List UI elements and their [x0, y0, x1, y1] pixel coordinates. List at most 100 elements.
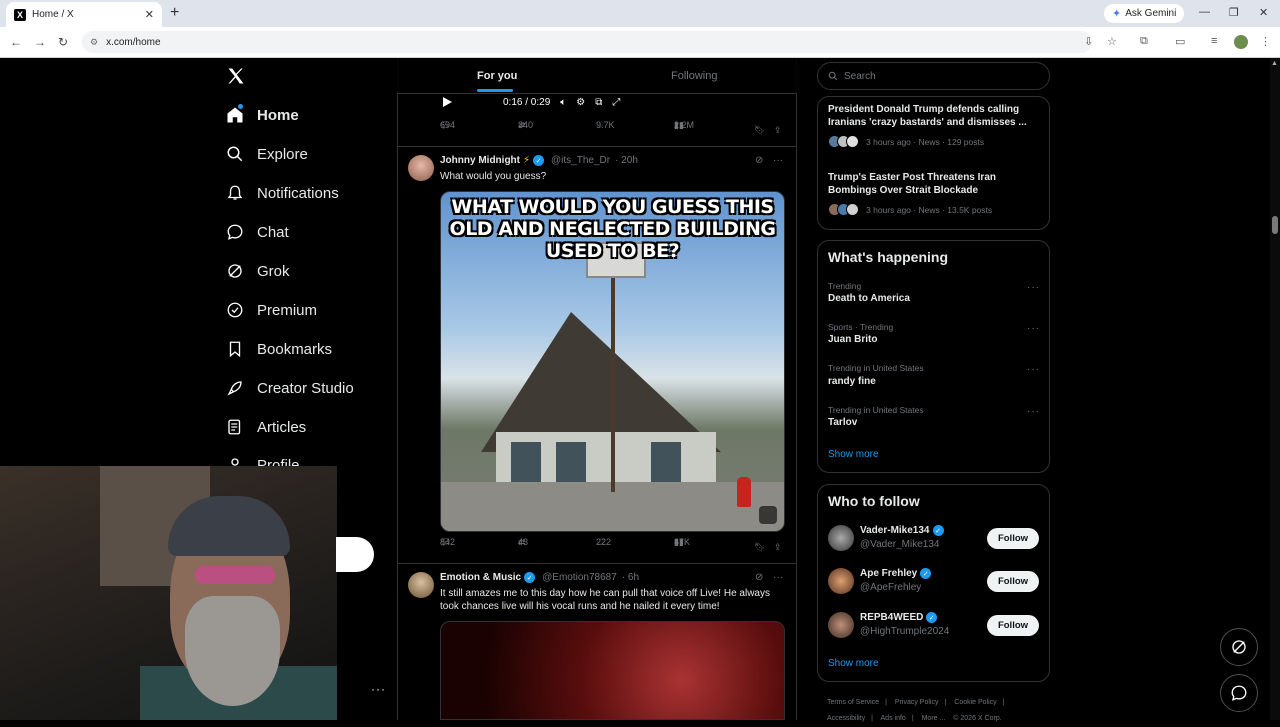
- footer-divider: |: [885, 699, 887, 706]
- close-window-icon[interactable]: ✕: [1259, 6, 1268, 19]
- image-edit-icon[interactable]: [759, 506, 777, 524]
- restore-icon[interactable]: ❐: [1229, 6, 1239, 19]
- pip-icon[interactable]: ⧉: [595, 97, 602, 108]
- share-icon[interactable]: ⇪: [774, 125, 782, 136]
- sidebar-item-grok[interactable]: Grok: [226, 262, 290, 280]
- news-item-meta: 3 hours ago · News · 13.5K posts: [866, 205, 993, 215]
- follow-button[interactable]: Follow: [987, 571, 1039, 592]
- post-avatar[interactable]: [408, 572, 434, 598]
- news-item-title[interactable]: Trump's Easter Post Threatens Iran Bombi…: [828, 171, 1038, 197]
- trend-more-icon[interactable]: ···: [1027, 406, 1040, 417]
- fullscreen-icon[interactable]: ⤢: [612, 97, 620, 108]
- trend-name[interactable]: Juan Brito: [828, 334, 877, 345]
- ask-gemini-button[interactable]: ✦ Ask Gemini: [1104, 4, 1185, 23]
- x-favicon-icon: X: [14, 8, 26, 21]
- grok-fab-button[interactable]: [1220, 628, 1258, 666]
- follow-user-name[interactable]: REPB4WEED ✓: [860, 612, 938, 623]
- split-view-icon[interactable]: ▭: [1175, 35, 1185, 48]
- follow-button[interactable]: Follow: [987, 528, 1039, 549]
- footer-link[interactable]: More ...: [922, 715, 946, 722]
- chat-icon: [226, 223, 244, 241]
- post-button[interactable]: [336, 537, 374, 572]
- show-more-link[interactable]: Show more: [828, 449, 879, 460]
- post-more-icon[interactable]: ···: [773, 155, 783, 166]
- trend-name[interactable]: randy fine: [828, 376, 876, 387]
- post-avatar[interactable]: [408, 155, 434, 181]
- avatar: [846, 203, 859, 216]
- play-icon[interactable]: [441, 96, 453, 108]
- avatar[interactable]: [828, 568, 854, 594]
- news-avatars: [828, 135, 859, 148]
- follow-user-name[interactable]: Vader-Mike134 ✓: [860, 525, 944, 536]
- url-field[interactable]: ⚙ x.com/home: [82, 31, 1092, 53]
- sidebar-item-bookmarks[interactable]: Bookmarks: [226, 340, 332, 358]
- bookmark-star-icon[interactable]: ☆: [1107, 35, 1117, 48]
- sidebar-label-chat: Chat: [257, 223, 289, 241]
- tab-following[interactable]: Following: [671, 70, 717, 82]
- post-more-icon[interactable]: ···: [773, 572, 783, 583]
- back-icon[interactable]: ←: [10, 35, 22, 49]
- footer-link[interactable]: Privacy Policy: [895, 699, 939, 706]
- post-author[interactable]: Johnny Midnight ⚡ ✓ @its_The_Dr · 20h: [440, 155, 638, 166]
- scroll-up-icon[interactable]: ▲: [1271, 60, 1278, 67]
- verified-badge-icon: ✓: [932, 525, 944, 536]
- page-scrollbar[interactable]: [1270, 58, 1280, 720]
- avatar[interactable]: [828, 612, 854, 638]
- bookmark-post-icon[interactable]: 🔖︎: [754, 542, 765, 553]
- post-handle: @Emotion78687: [542, 572, 617, 583]
- account-more-icon[interactable]: ···: [371, 682, 386, 696]
- x-logo-icon[interactable]: [226, 66, 246, 86]
- trend-name[interactable]: Death to America: [828, 293, 910, 304]
- bookmark-post-icon[interactable]: 🔖︎: [754, 125, 765, 136]
- follow-button[interactable]: Follow: [987, 615, 1039, 636]
- new-tab-icon[interactable]: +: [170, 4, 179, 22]
- scrollbar-thumb[interactable]: [1272, 216, 1278, 234]
- sidebar-item-explore[interactable]: Explore: [226, 145, 308, 163]
- avatar[interactable]: [828, 525, 854, 551]
- footer-link[interactable]: Terms of Service: [827, 699, 879, 706]
- close-tab-icon[interactable]: ✕: [145, 8, 154, 21]
- browser-profile-avatar[interactable]: [1234, 35, 1248, 49]
- sidebar-item-home[interactable]: Home: [226, 106, 299, 124]
- forward-icon[interactable]: →: [34, 35, 46, 49]
- trend-name[interactable]: Tarlov: [828, 417, 857, 428]
- search-input[interactable]: Search: [817, 62, 1050, 90]
- news-item-title[interactable]: President Donald Trump defends calling I…: [828, 103, 1038, 129]
- footer-link[interactable]: Accessibility: [827, 715, 865, 722]
- site-info-icon[interactable]: ⚙: [90, 37, 98, 48]
- trend-more-icon[interactable]: ···: [1027, 323, 1040, 334]
- grok-explain-icon[interactable]: ⊘: [755, 572, 763, 583]
- post-video-thumbnail[interactable]: [440, 621, 785, 720]
- post-image[interactable]: WHAT WOULD YOU GUESS THIS OLD AND NEGLEC…: [440, 191, 785, 532]
- reload-icon[interactable]: ↻: [58, 35, 68, 49]
- show-more-link[interactable]: Show more: [828, 658, 879, 669]
- post-author[interactable]: Emotion & Music ✓ @Emotion78687 · 6h: [440, 572, 639, 583]
- footer-link[interactable]: Cookie Policy: [954, 699, 996, 706]
- minimize-icon[interactable]: —: [1199, 6, 1210, 18]
- volume-icon[interactable]: 🔈︎: [560, 97, 566, 108]
- media-icon[interactable]: ≡: [1211, 35, 1217, 47]
- settings-icon[interactable]: ⚙: [576, 97, 585, 108]
- tab-for-you[interactable]: For you: [477, 70, 517, 82]
- trend-more-icon[interactable]: ···: [1027, 364, 1040, 375]
- reply-count: 694: [440, 120, 456, 130]
- sidebar-item-premium[interactable]: Premium: [226, 301, 317, 319]
- extensions-icon[interactable]: ⧉: [1140, 35, 1148, 48]
- sidebar-item-notifications[interactable]: Notifications: [226, 184, 339, 202]
- verified-badge-icon: ✓: [533, 155, 545, 166]
- video-controls: 0:16 / 0:29 🔈︎ ⚙ ⧉ ⤢: [441, 94, 631, 110]
- install-icon[interactable]: ⇩: [1084, 35, 1093, 48]
- user-name: Vader-Mike134: [860, 525, 930, 536]
- browser-tab[interactable]: X Home / X ✕: [6, 2, 162, 27]
- follow-user-name[interactable]: Ape Frehley ✓: [860, 568, 932, 579]
- sidebar-item-creator-studio[interactable]: Creator Studio: [226, 379, 354, 397]
- messages-fab-button[interactable]: [1220, 674, 1258, 712]
- address-bar-row: ← → ↻ ⚙ x.com/home ⇩ ☆ ⧉ ▭ ≡ ⋮: [0, 27, 1280, 58]
- sidebar-item-articles[interactable]: Articles: [226, 418, 306, 436]
- trend-more-icon[interactable]: ···: [1027, 282, 1040, 293]
- share-icon[interactable]: ⇪: [774, 542, 782, 553]
- footer-link[interactable]: Ads info: [881, 715, 906, 722]
- browser-menu-icon[interactable]: ⋮: [1260, 35, 1271, 48]
- sidebar-item-chat[interactable]: Chat: [226, 223, 289, 241]
- grok-explain-icon[interactable]: ⊘: [755, 155, 763, 166]
